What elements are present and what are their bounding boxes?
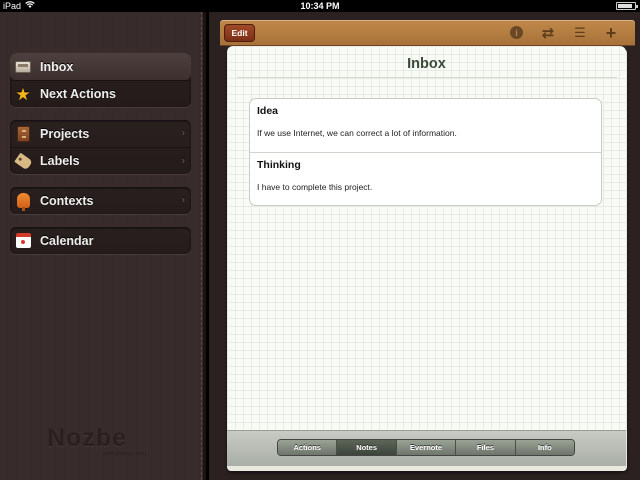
page-title: Inbox [407, 56, 446, 72]
segmented-tabs: Actions Notes Evernote Files Info [277, 439, 575, 456]
add-icon[interactable]: + [603, 23, 619, 43]
note-body: If we use Internet, we can correct a lot… [257, 128, 457, 138]
status-bar: iPad 10:34 PM [0, 0, 640, 12]
battery-icon [616, 2, 638, 10]
chevron-right-icon: › [181, 127, 185, 139]
star-icon: ★ [15, 84, 31, 104]
nav-group-calendar: Calendar [10, 227, 191, 254]
sidebar-item-label: Labels [40, 154, 80, 168]
nav-group-organize: Projects › Labels › [10, 120, 191, 174]
calendar-icon [14, 232, 32, 250]
list-icon[interactable]: ☰ [572, 25, 588, 41]
note-title: Idea [257, 105, 279, 117]
cabinet-icon [14, 125, 32, 143]
tab-notes[interactable]: Notes [337, 440, 397, 455]
tab-evernote[interactable]: Evernote [396, 440, 457, 455]
sidebar-item-labels[interactable]: Labels › [10, 147, 191, 174]
notes-list: Idea If we use Internet, we can correct … [249, 98, 602, 206]
nozbe-logo: Nozbe [47, 424, 127, 452]
inbox-tray-icon [14, 58, 32, 76]
sidebar-item-inbox[interactable]: Inbox [10, 53, 191, 80]
tab-files[interactable]: Files [456, 440, 516, 455]
info-icon[interactable]: i [510, 26, 523, 39]
sidebar-item-contexts[interactable]: Contexts › [10, 187, 191, 214]
sidebar-item-calendar[interactable]: Calendar [10, 227, 191, 254]
sync-icon[interactable]: ⇄ [540, 25, 556, 42]
tab-info[interactable]: Info [515, 440, 574, 455]
tag-icon [13, 152, 33, 170]
tab-actions[interactable]: Actions [278, 440, 338, 455]
nozbe-logo-tagline: getting things done [103, 451, 146, 457]
sidebar-item-label: Calendar [40, 233, 94, 248]
nav-group-main: Inbox ★ Next Actions [10, 53, 191, 107]
note-body: I have to complete this project. [257, 182, 373, 192]
sidebar-item-label: Projects [40, 126, 90, 141]
sidebar-item-next-actions[interactable]: ★ Next Actions [10, 80, 191, 107]
nav-group-contexts: Contexts › [10, 187, 191, 214]
sidebar-item-projects[interactable]: Projects › [10, 120, 191, 147]
notes-paper: Inbox Idea If we use Internet, we can co… [227, 46, 626, 466]
edit-button[interactable]: Edit [224, 24, 255, 42]
sidebar-item-label: Inbox [40, 59, 74, 74]
sidebar-stitching [201, 12, 202, 480]
chevron-right-icon: › [181, 194, 185, 206]
note-title: Thinking [257, 159, 301, 171]
list-item[interactable]: Idea If we use Internet, we can correct … [250, 99, 601, 152]
chair-icon [14, 192, 32, 211]
sidebar-item-label: Next Actions [40, 87, 116, 101]
sidebar-item-label: Contexts [40, 193, 94, 208]
status-time: 10:34 PM [300, 1, 340, 11]
chevron-right-icon: › [181, 155, 185, 167]
title-divider [237, 77, 617, 78]
list-item[interactable]: Thinking I have to complete this project… [250, 152, 601, 205]
